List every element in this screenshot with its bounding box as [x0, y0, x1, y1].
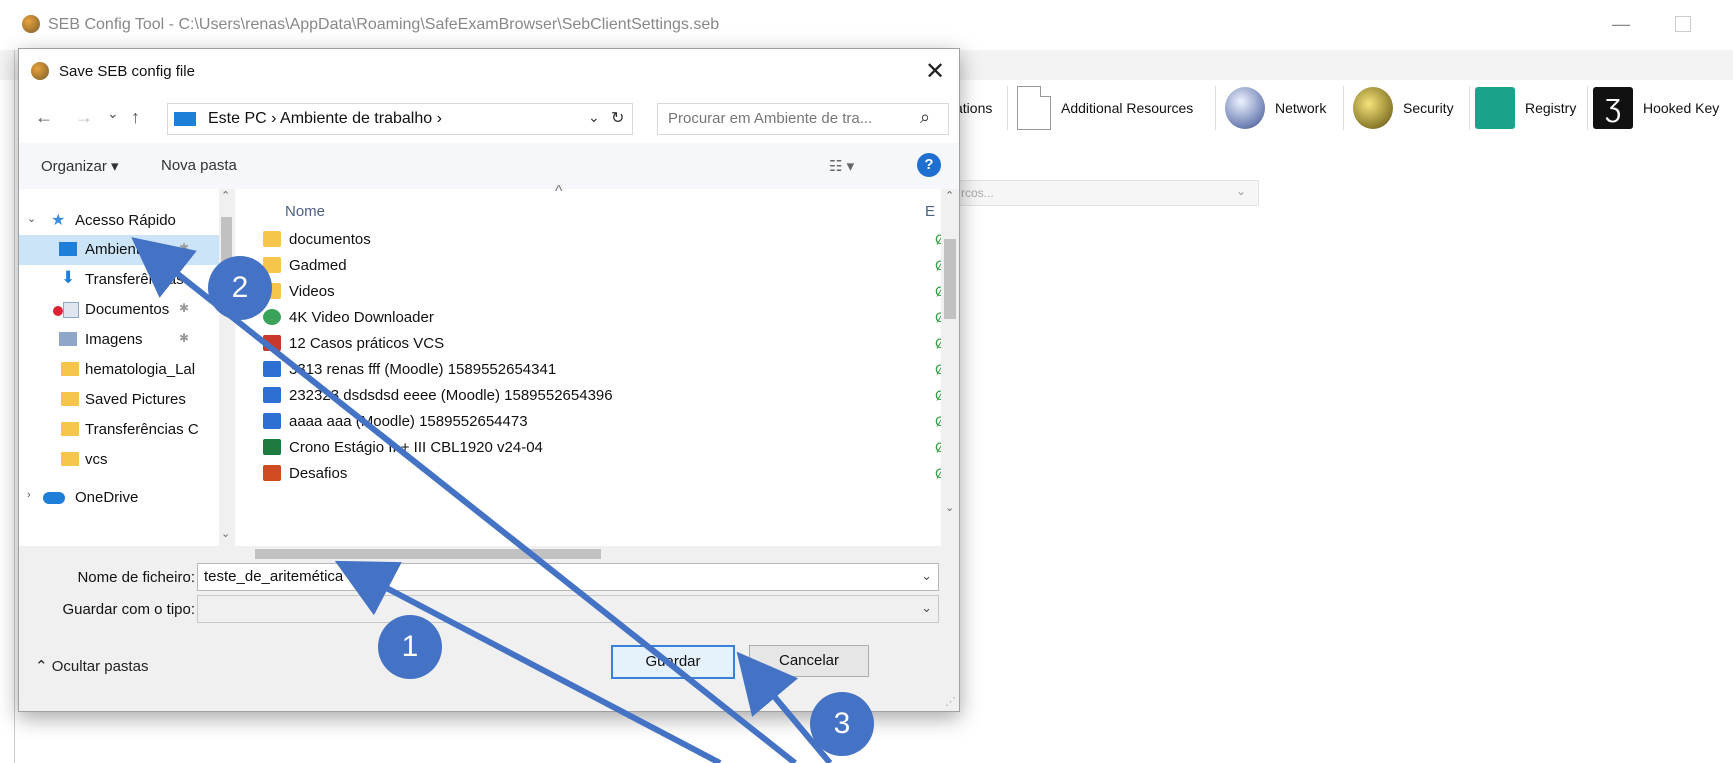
arrow-to-desktop: [131, 237, 797, 763]
callout-step-2: 2: [208, 256, 272, 320]
annotation-arrows: [131, 237, 833, 763]
callout-step-1: 1: [378, 615, 442, 679]
callout-step-3: 3: [810, 692, 874, 756]
